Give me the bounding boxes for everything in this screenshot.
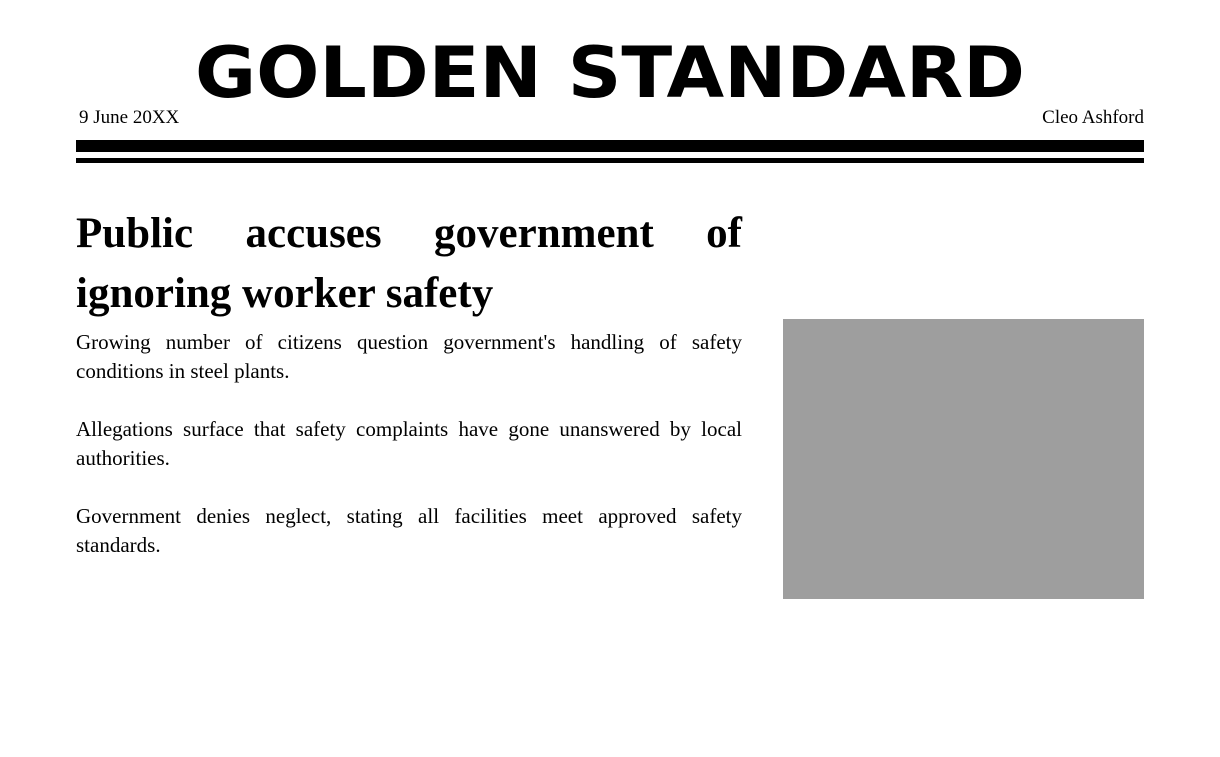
masthead-title-svg: GOLDEN STANDARD: [195, 32, 1025, 108]
masthead-rule-thick: [76, 140, 1144, 152]
issue-date: 9 June 20XX: [79, 107, 180, 128]
article: Public accuses government of ignoring wo…: [76, 204, 742, 589]
masthead-rule-thin: [76, 158, 1144, 163]
article-paragraph: Growing number of citizens question gove…: [76, 330, 742, 383]
article-paragraph: Allegations surface that safety complain…: [76, 417, 742, 470]
masthead-title-block: GOLDEN STANDARD: [0, 30, 1220, 108]
article-image-placeholder: [783, 319, 1144, 599]
author-name: Cleo Ashford: [1042, 107, 1144, 128]
article-paragraph: Government denies neglect, stating all f…: [76, 504, 742, 557]
newspaper-title: GOLDEN STANDARD: [195, 32, 1025, 108]
article-headline: Public accuses government of ignoring wo…: [76, 210, 742, 317]
